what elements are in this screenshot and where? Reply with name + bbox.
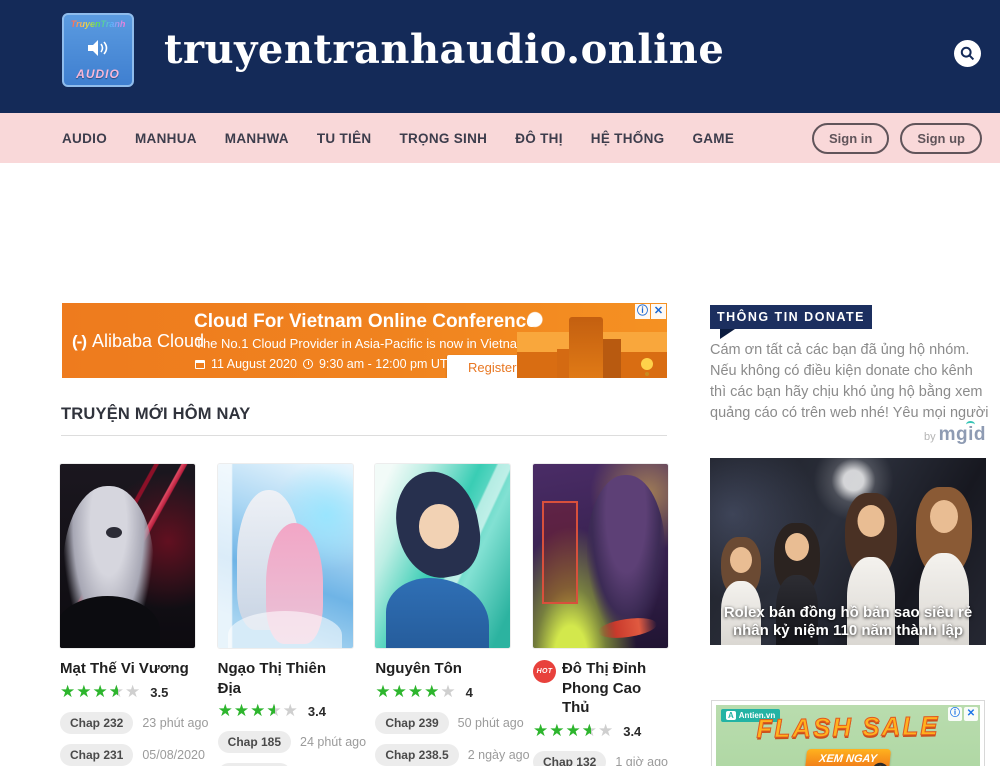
search-icon	[960, 46, 975, 61]
alibaba-cloud-logo: (-) Alibaba Cloud	[72, 331, 204, 352]
nav-item-he-thong[interactable]: HỆ THỐNG	[591, 131, 665, 146]
chapter-time: 1 giờ ago	[615, 755, 668, 766]
flash-sale-ad[interactable]: AAntien.vn FLASH SALE XEM NGAY ⓘ ✕	[711, 700, 985, 766]
logo-text-bottom: AUDIO	[76, 67, 120, 81]
alibaba-brand-text: Alibaba Cloud	[92, 331, 204, 352]
search-button[interactable]	[954, 40, 981, 67]
rating-value: 3.4	[623, 724, 641, 739]
mgid-by-label: by	[924, 431, 936, 443]
ad-date: 11 August 2020	[211, 357, 297, 371]
rating-stars: ★★★★★★	[533, 722, 614, 741]
chapter-time: 23 phút ago	[142, 716, 208, 730]
main-nav: AUDIO MANHUA MANHWA TU TIÊN TRỌNG SINH Đ…	[0, 113, 1000, 163]
rating-stars: ★★★★★★	[218, 702, 299, 721]
header: TruyenTranh AUDIO truyentranhaudio.onlin…	[0, 0, 1000, 113]
section-divider	[61, 435, 667, 436]
chapter-button[interactable]: Chap 185	[218, 731, 291, 753]
ad-info-icon[interactable]: ⓘ	[948, 707, 962, 721]
speaker-icon	[87, 39, 109, 57]
comic-title[interactable]: Đô Thị Đỉnh Phong Cao Thủ	[562, 659, 668, 718]
comic-title[interactable]: Ngạo Thị Thiên Địa	[218, 659, 353, 698]
logo-text-top: TruyenTranh	[71, 19, 126, 29]
comic-cover[interactable]	[375, 464, 510, 648]
hot-badge: HOT	[533, 660, 556, 683]
nav-item-manhua[interactable]: MANHUA	[135, 131, 197, 146]
flash-sale-title: FLASH SALE	[716, 710, 980, 746]
comic-cover[interactable]	[218, 464, 353, 648]
rating-value: 4	[466, 685, 473, 700]
nav-item-audio[interactable]: AUDIO	[62, 131, 107, 146]
rating-value: 3.5	[150, 685, 168, 700]
donate-ribbon: THÔNG TIN DONATE	[710, 305, 872, 329]
mgid-attribution[interactable]: bymgid	[710, 424, 986, 446]
ad-title: Cloud For Vietnam Online Conference	[194, 311, 537, 333]
chapter-time: 05/08/2020	[142, 748, 205, 762]
chapter-time: 24 phút ago	[300, 735, 366, 749]
comic-grid: Mạt Thế Vi Vương ★★★★★★ 3.5 Chap 232 23 …	[60, 464, 668, 766]
chapter-button[interactable]: Chap 231	[60, 744, 133, 766]
nav-item-manhwa[interactable]: MANHWA	[225, 131, 289, 146]
sign-up-button[interactable]: Sign up	[900, 123, 982, 154]
comic-card: Nguyên Tôn ★★★★★ 4 Chap 239 50 phút ago …	[375, 464, 510, 766]
rating-stars: ★★★★★★	[60, 683, 141, 702]
nav-item-trong-sinh[interactable]: TRỌNG SINH	[399, 131, 487, 146]
comic-cover[interactable]	[533, 464, 668, 648]
alibaba-bracket-icon: (-)	[72, 332, 86, 352]
comic-card: HOT Đô Thị Đỉnh Phong Cao Thủ ★★★★★★ 3.4…	[533, 464, 668, 766]
rating-value: 3.4	[308, 704, 326, 719]
comic-card: Mạt Thế Vi Vương ★★★★★★ 3.5 Chap 232 23 …	[60, 464, 195, 766]
ad-info-icon[interactable]: ⓘ	[635, 304, 650, 319]
chapter-button[interactable]: Chap 132	[533, 751, 606, 766]
nav-item-do-thi[interactable]: ĐÔ THỊ	[515, 131, 563, 146]
donate-text: Cám ơn tất cả các bạn đã ủng hộ nhóm. Nế…	[710, 340, 990, 424]
mgid-logo: mgid	[939, 424, 986, 445]
comic-card: Ngạo Thị Thiên Địa ★★★★★★ 3.4 Chap 185 2…	[218, 464, 353, 766]
sign-in-button[interactable]: Sign in	[812, 123, 889, 154]
ad-subtitle: The No.1 Cloud Provider in Asia-Pacific …	[195, 336, 528, 351]
native-ad-caption[interactable]: Rolex bán đồng hồ bản sao siêu rẻ nhân k…	[714, 604, 982, 642]
chapter-time: 50 phút ago	[458, 716, 524, 730]
comic-title[interactable]: Mạt Thế Vi Vương	[60, 659, 189, 679]
calendar-icon	[195, 360, 205, 369]
rating-stars: ★★★★★	[375, 683, 456, 702]
clock-icon	[303, 359, 313, 369]
site-logo[interactable]: TruyenTranh AUDIO	[62, 13, 134, 87]
ad-close-icon[interactable]: ✕	[964, 707, 978, 721]
nav-item-game[interactable]: GAME	[692, 131, 734, 146]
chapter-button[interactable]: Chap 239	[375, 712, 448, 734]
chapter-button[interactable]: Chap 238.5	[375, 744, 458, 766]
native-ad[interactable]: Rolex bán đồng hồ bản sao siêu rẻ nhân k…	[710, 458, 986, 645]
chapter-button[interactable]: Chap 232	[60, 712, 133, 734]
nav-item-tu-tien[interactable]: TU TIÊN	[317, 131, 372, 146]
comic-title[interactable]: Nguyên Tôn	[375, 659, 462, 679]
alibaba-ad-banner[interactable]: (-) Alibaba Cloud Cloud For Vietnam Onli…	[62, 303, 667, 378]
flash-ad-inner: AAntien.vn FLASH SALE XEM NGAY ⓘ ✕	[716, 705, 980, 766]
ad-close-icon[interactable]: ✕	[651, 304, 666, 319]
page: TruyenTranh AUDIO truyentranhaudio.onlin…	[0, 0, 1000, 766]
section-title: TRUYỆN MỚI HÔM NAY	[61, 405, 250, 424]
page-title: truyentranhaudio.online	[164, 26, 724, 73]
chapter-time: 2 ngày ago	[468, 748, 530, 762]
comic-cover[interactable]	[60, 464, 195, 648]
